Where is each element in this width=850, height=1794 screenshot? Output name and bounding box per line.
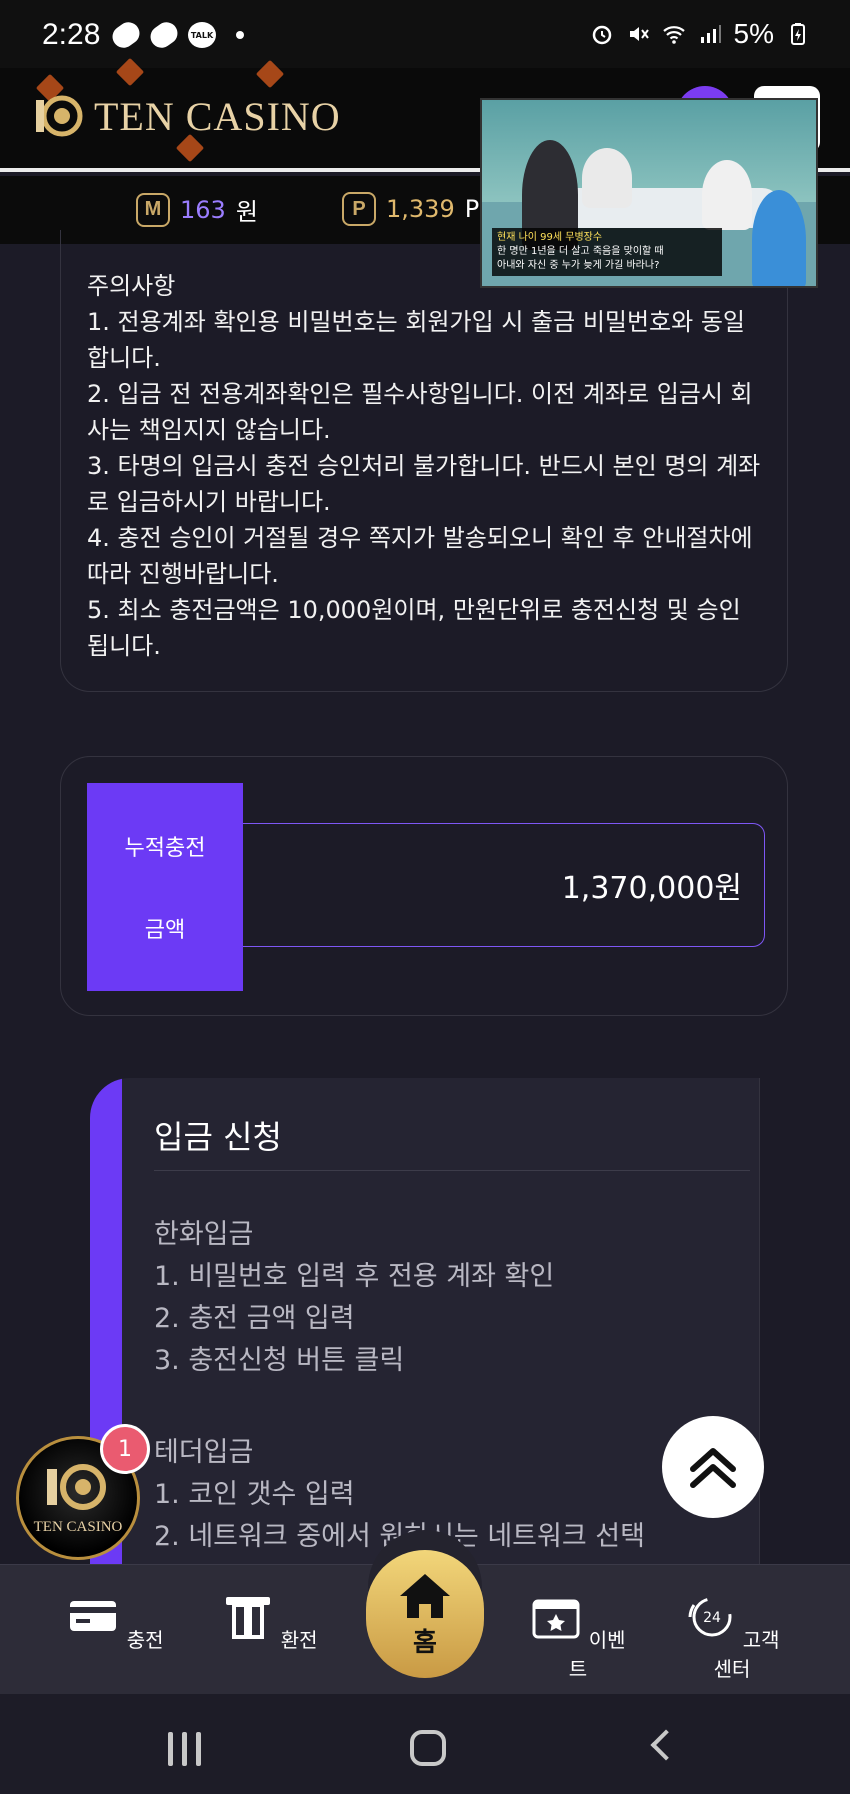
accumulated-label-line2: 금액 (144, 918, 186, 943)
tether-step: 1. 코인 갯수 입력 (154, 1479, 355, 1510)
notice-card: 주의사항 1. 전용계좌 확인용 비밀번호는 회원가입 시 출금 비밀번호와 동… (60, 230, 788, 692)
logo-emblem-icon (47, 1464, 106, 1510)
site-logo[interactable]: TEN CASINO (30, 86, 341, 146)
deposit-request-card: 입금 신청 한화입금 1. 비밀번호 입력 후 전용 계좌 확인 2. 충전 금… (90, 1078, 760, 1578)
video-person (752, 190, 806, 286)
deposit-instructions: 한화입금 1. 비밀번호 입력 후 전용 계좌 확인 2. 충전 금액 입력 3… (154, 1214, 645, 1558)
withdraw-icon (226, 1597, 271, 1639)
nav-support[interactable]: 24 고객센터 (682, 1595, 782, 1682)
system-back-button[interactable] (650, 1729, 682, 1761)
video-caption: 현재 나이 99세 무병장수 한 명만 1년을 더 살고 죽음을 맞이할 때 아… (492, 228, 722, 276)
hanwha-section: 한화입금 1. 비밀번호 입력 후 전용 계좌 확인 2. 충전 금액 입력 3… (154, 1214, 645, 1382)
double-chevron-up-icon (690, 1448, 736, 1488)
dot-icon (236, 31, 244, 39)
logo-text: TEN CASINO (94, 93, 341, 139)
money-badge-icon: M (136, 192, 170, 227)
support-24h-icon: 24 (688, 1597, 732, 1637)
hanwha-step: 2. 충전 금액 입력 (154, 1303, 355, 1334)
scroll-to-top-button[interactable] (662, 1416, 764, 1518)
hanwha-step: 1. 비밀번호 입력 후 전용 계좌 확인 (154, 1261, 555, 1292)
nav-exchange-label: 환전 (280, 1628, 318, 1652)
notice-item: 5. 최소 충전금액은 10,000원이며, 만원단위로 충전신청 및 승인됩니… (87, 596, 741, 660)
calendar-star-icon (532, 1599, 580, 1639)
notification-badge: 1 (100, 1424, 150, 1474)
status-bar: 2:28 TALK 5% (0, 0, 850, 68)
pip-video-player[interactable]: 현재 나이 99세 무병장수 한 명만 1년을 더 살고 죽음을 맞이할 때 아… (480, 98, 818, 288)
divider (154, 1170, 750, 1171)
nav-home-button[interactable]: 홈 (366, 1550, 484, 1678)
video-person (702, 160, 752, 230)
card-icon (70, 1601, 117, 1631)
notice-item: 4. 충전 승인이 거절될 경우 쪽지가 발송되오니 확인 후 안내절차에 따라… (87, 524, 753, 588)
home-icon (400, 1573, 450, 1618)
pill-icon (146, 17, 182, 53)
notice-item: 2. 입금 전 전용계좌확인은 필수사항입니다. 이전 계좌로 입금시 회사는 … (87, 380, 753, 444)
money-unit: 원 (235, 198, 258, 226)
hanwha-step: 3. 충전신청 버튼 클릭 (154, 1345, 405, 1376)
video-caption-top: 현재 나이 99세 무병장수 (497, 232, 603, 243)
tether-title: 테더입금 (154, 1437, 254, 1468)
money-balance: M 163 원 (136, 192, 258, 227)
nav-event[interactable]: 이벤트 (528, 1595, 628, 1682)
video-person (582, 148, 632, 208)
accumulated-charge-card: 누적충전 금액 1,370,000원 (60, 756, 788, 1016)
signal-icon (700, 25, 721, 43)
nav-charge-label: 충전 (126, 1628, 164, 1652)
status-time: 2:28 (42, 18, 101, 51)
point-value: 1,339 (386, 195, 455, 223)
logo-emblem-icon (36, 95, 83, 137)
system-icons: 5% (590, 18, 810, 50)
hanwha-title: 한화입금 (154, 1219, 254, 1250)
money-value: 163 (180, 195, 226, 224)
talk-icon: TALK (188, 22, 216, 48)
video-caption-line: 한 명만 1년을 더 살고 죽음을 맞이할 때 (497, 246, 664, 257)
pill-icon (108, 17, 144, 53)
point-unit: P (464, 195, 480, 223)
nav-home-label: 홈 (413, 1627, 437, 1658)
accumulated-charge-value: 1,370,000원 (243, 823, 765, 947)
video-caption-line: 아내와 자신 중 누가 늦게 가길 바라나? (497, 260, 660, 271)
wifi-icon (662, 26, 685, 44)
recent-apps-button[interactable] (168, 1732, 208, 1766)
point-badge-icon: P (342, 192, 376, 226)
notice-item: 1. 전용계좌 확인용 비밀번호는 회원가입 시 출금 비밀번호와 동일합니다. (87, 308, 746, 372)
support-24h-text: 24 (703, 1610, 721, 1626)
nav-charge[interactable]: 충전 (66, 1595, 166, 1653)
notice-item: 3. 타명의 입금시 충전 승인처리 불가합니다. 반드시 본인 명의 계좌로 … (87, 452, 761, 516)
mute-icon (629, 27, 649, 41)
floating-logo-text: TEN CASINO (33, 1519, 123, 1535)
battery-charging-icon (791, 23, 805, 45)
system-navigation-bar (0, 1694, 850, 1794)
nav-exchange[interactable]: 환전 (220, 1595, 320, 1653)
accumulated-label-line1: 누적충전 (124, 836, 206, 861)
alarm-icon (592, 25, 611, 45)
point-balance: P 1,339 P (342, 192, 479, 226)
deposit-request-title: 입금 신청 (154, 1118, 282, 1156)
accumulated-charge-label: 누적충전 금액 (87, 783, 243, 991)
battery-percent: 5% (733, 18, 774, 49)
system-home-button[interactable] (410, 1730, 446, 1766)
notification-icons: TALK (108, 17, 244, 53)
